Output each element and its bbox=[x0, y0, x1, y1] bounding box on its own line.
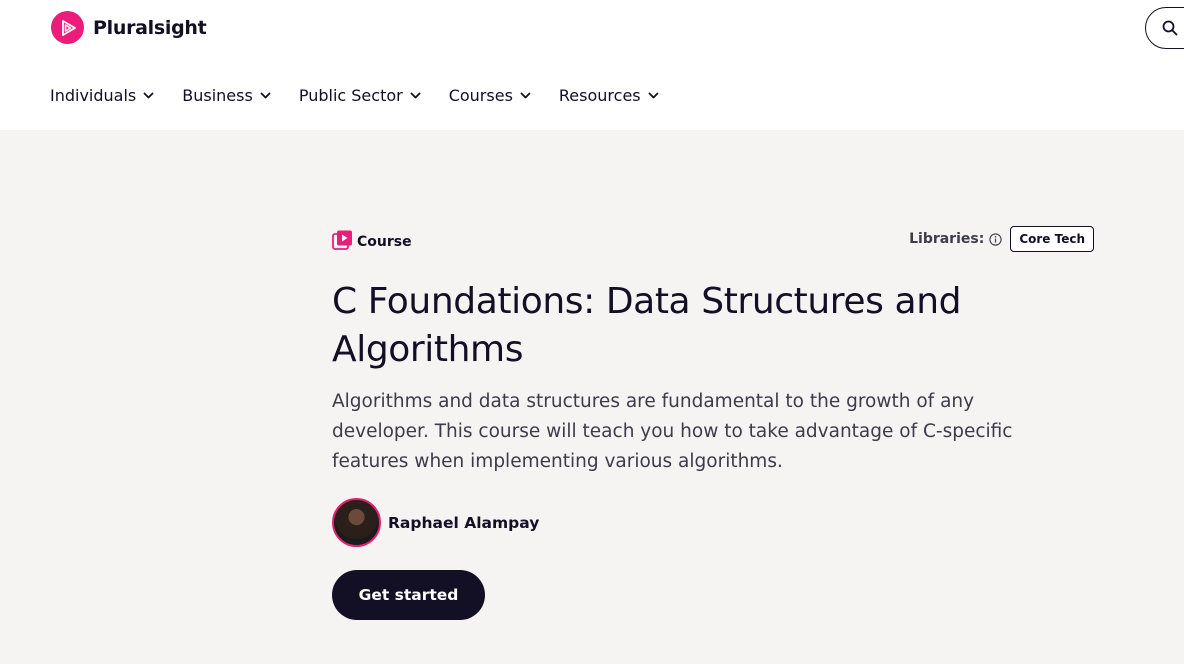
nav-item-courses[interactable]: Courses bbox=[449, 83, 531, 107]
libraries-label: Libraries: bbox=[909, 231, 985, 247]
main-nav: Individuals Business Public Sector Cours… bbox=[50, 83, 687, 107]
page-title: C Foundations: Data Structures and Algor… bbox=[332, 281, 962, 370]
info-icon[interactable] bbox=[989, 232, 1002, 246]
chevron-down-icon bbox=[410, 90, 421, 101]
avatar bbox=[332, 498, 381, 547]
search-icon bbox=[1162, 20, 1178, 40]
course-type-label: Course bbox=[357, 234, 412, 250]
brand-name: Pluralsight bbox=[93, 16, 207, 39]
nav-item-label: Business bbox=[182, 85, 253, 105]
libraries-info: Libraries: Core Tech bbox=[909, 226, 1094, 252]
chevron-down-icon bbox=[143, 90, 154, 101]
nav-item-resources[interactable]: Resources bbox=[559, 83, 659, 107]
nav-item-public-sector[interactable]: Public Sector bbox=[299, 83, 421, 107]
nav-item-label: Courses bbox=[448, 85, 513, 105]
chevron-down-icon bbox=[648, 90, 659, 101]
library-badge[interactable]: Core Tech bbox=[1010, 226, 1094, 252]
author-info[interactable]: Raphael Alampay bbox=[332, 498, 539, 547]
course-hero: Course Libraries: Core Tech C Foundation… bbox=[332, 226, 1094, 620]
author-name[interactable]: Raphael Alampay bbox=[388, 514, 539, 532]
pluralsight-logo[interactable]: Pluralsight bbox=[51, 11, 207, 44]
course-meta-row: Course Libraries: Core Tech bbox=[332, 226, 1094, 254]
nav-item-business[interactable]: Business bbox=[182, 83, 271, 107]
nav-item-label: Resources bbox=[558, 85, 641, 105]
chevron-down-icon bbox=[260, 90, 271, 101]
course-video-icon bbox=[332, 230, 354, 254]
search-button[interactable] bbox=[1145, 7, 1184, 49]
course-type-tag: Course bbox=[332, 230, 412, 254]
site-header: Pluralsight Individuals Business Public … bbox=[0, 0, 1184, 130]
nav-item-label: Individuals bbox=[50, 85, 137, 105]
chevron-down-icon bbox=[520, 90, 531, 101]
get-started-button[interactable]: Get started bbox=[332, 570, 485, 620]
pluralsight-play-logo-icon bbox=[51, 11, 84, 44]
nav-item-individuals[interactable]: Individuals bbox=[50, 83, 154, 107]
nav-item-label: Public Sector bbox=[298, 85, 403, 105]
course-description: Algorithms and data structures are funda… bbox=[332, 391, 1013, 472]
